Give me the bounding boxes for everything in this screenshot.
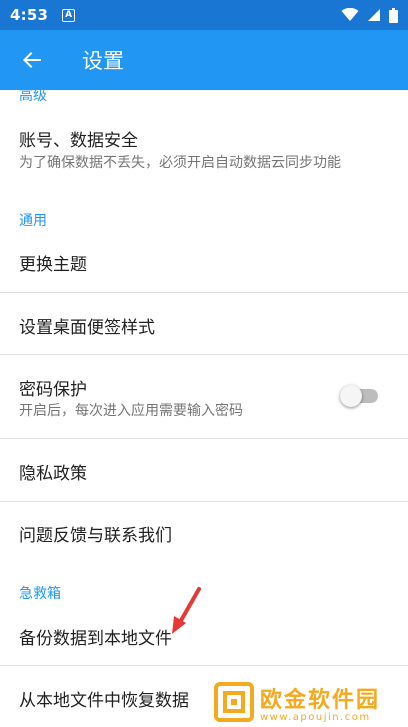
settings-item-privacy-policy[interactable]: 隐私政策 (0, 439, 408, 501)
settings-item-account-security[interactable]: 账号、数据安全 为了确保数据不丢失，必须开启自动数据云同步功能 (0, 112, 408, 190)
watermark-url: www.apoujin.com (260, 711, 371, 723)
item-subtitle: 开启后，每次进入应用需要输入密码 (19, 403, 243, 419)
watermark-logo: 欧金软件园 www.apoujin.com (214, 677, 408, 727)
item-title: 账号、数据安全 (19, 131, 138, 151)
status-icons (341, 7, 398, 23)
status-bar: 4:53 A (0, 0, 408, 30)
item-title: 更换主题 (19, 255, 87, 275)
item-title: 从本地文件中恢复数据 (19, 691, 189, 711)
watermark-name: 欧金软件园 (260, 687, 381, 713)
item-title: 隐私政策 (19, 464, 87, 484)
annotation-arrow-icon (172, 587, 201, 634)
wifi-icon (341, 8, 359, 21)
section-header-general: 通用 (19, 213, 47, 229)
item-title: 问题反馈与联系我们 (19, 526, 172, 546)
item-title: 密码保护 (19, 380, 87, 400)
password-toggle[interactable] (340, 384, 380, 408)
section-header-emergency: 急救箱 (19, 586, 61, 602)
settings-item-password-protection[interactable]: 密码保护 开启后，每次进入应用需要输入密码 (0, 355, 408, 438)
app-bar: 设置 (0, 30, 408, 90)
notification-icon: A (62, 8, 76, 22)
item-subtitle: 为了确保数据不丢失，必须开启自动数据云同步功能 (19, 155, 341, 171)
item-title: 备份数据到本地文件 (19, 629, 172, 649)
back-button[interactable] (0, 30, 64, 90)
toggle-thumb (340, 385, 362, 407)
battery-icon (389, 7, 398, 23)
arrow-back-icon (23, 52, 41, 68)
section-header-advanced: 高级 (19, 90, 47, 104)
status-time: 4:53 (10, 6, 49, 24)
watermark-logo-icon (214, 682, 254, 722)
settings-item-backup-local[interactable]: 备份数据到本地文件 (0, 605, 408, 665)
page-title: 设置 (82, 49, 124, 73)
settings-list[interactable]: 高级 账号、数据安全 为了确保数据不丢失，必须开启自动数据云同步功能 通用 更换… (0, 90, 408, 727)
item-title: 设置桌面便签样式 (19, 318, 155, 338)
settings-item-theme[interactable]: 更换主题 (0, 232, 408, 292)
signal-icon (368, 9, 380, 21)
settings-item-desktop-note-style[interactable]: 设置桌面便签样式 (0, 293, 408, 353)
settings-item-feedback[interactable]: 问题反馈与联系我们 (0, 502, 408, 564)
